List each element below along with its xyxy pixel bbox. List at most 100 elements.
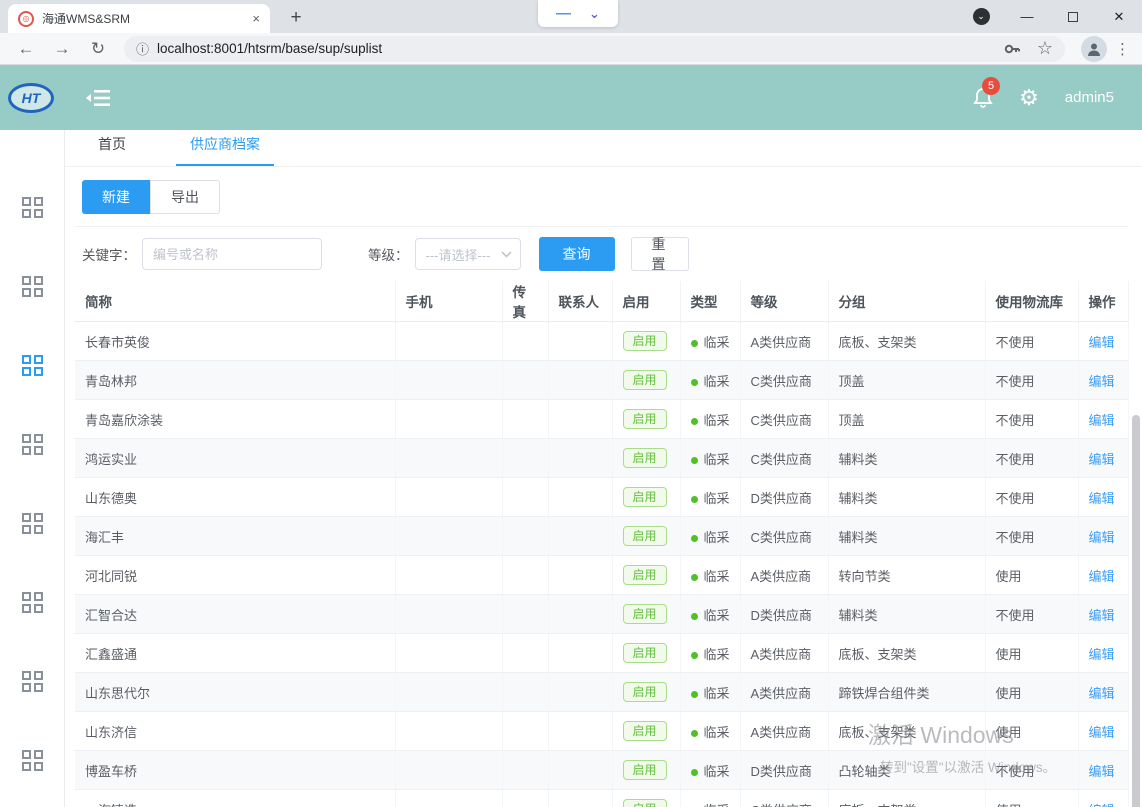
table-row[interactable]: 汇智合达 启用 临采 D类供应商 辅料类 不使用 编辑 bbox=[75, 595, 1128, 634]
table-row[interactable]: 博盈车桥 启用 临采 D类供应商 凸轮轴类 不使用 编辑 bbox=[75, 751, 1128, 790]
cell-mobile bbox=[395, 322, 502, 361]
cell-logistics: 不使用 bbox=[985, 517, 1078, 556]
enabled-badge[interactable]: 启用 bbox=[623, 799, 667, 807]
edit-link[interactable]: 编辑 bbox=[1089, 569, 1115, 584]
table-row[interactable]: 青岛嘉欣涂装 启用 临采 C类供应商 顶盖 不使用 编辑 bbox=[75, 400, 1128, 439]
browser-tab[interactable]: ◎ 海通WMS&SRM × bbox=[8, 4, 270, 33]
table-row[interactable]: 山东济信 启用 临采 A类供应商 底板、支架类 使用 编辑 bbox=[75, 712, 1128, 751]
enabled-badge[interactable]: 启用 bbox=[623, 565, 667, 585]
edit-link[interactable]: 编辑 bbox=[1089, 647, 1115, 662]
enabled-badge[interactable]: 启用 bbox=[623, 370, 667, 390]
window-minimize-button[interactable]: — bbox=[1004, 0, 1050, 33]
edit-link[interactable]: 编辑 bbox=[1089, 491, 1115, 506]
profile-avatar[interactable] bbox=[1081, 36, 1107, 62]
tab-close-icon[interactable]: × bbox=[252, 11, 260, 26]
table-row[interactable]: 海汇丰 启用 临采 C类供应商 辅料类 不使用 编辑 bbox=[75, 517, 1128, 556]
enabled-badge[interactable]: 启用 bbox=[623, 682, 667, 702]
new-button[interactable]: 新建 bbox=[82, 180, 150, 214]
cell-group: 底板、支架类 bbox=[828, 712, 985, 751]
scrollbar[interactable] bbox=[1132, 415, 1140, 807]
cell-action: 编辑 bbox=[1078, 478, 1128, 517]
table-row[interactable]: 河北同锐 启用 临采 A类供应商 转向节类 使用 编辑 bbox=[75, 556, 1128, 595]
settings-gear-icon[interactable]: ⚙ bbox=[1019, 87, 1039, 109]
sidebar-menu-icon-5[interactable] bbox=[22, 513, 43, 534]
edit-link[interactable]: 编辑 bbox=[1089, 686, 1115, 701]
table-row[interactable]: 青岛林邦 启用 临采 C类供应商 顶盖 不使用 编辑 bbox=[75, 361, 1128, 400]
cell-type: 临采 bbox=[680, 751, 740, 790]
edit-link[interactable]: 编辑 bbox=[1089, 530, 1115, 545]
sidebar-menu-icon-8[interactable] bbox=[22, 750, 43, 771]
table-row[interactable]: 汇鑫盛通 启用 临采 A类供应商 底板、支架类 使用 编辑 bbox=[75, 634, 1128, 673]
cell-grade: C类供应商 bbox=[740, 790, 828, 807]
cell-type: 临采 bbox=[680, 673, 740, 712]
window-restore-button[interactable] bbox=[1050, 0, 1096, 33]
enabled-badge[interactable]: 启用 bbox=[623, 643, 667, 663]
url-bar[interactable]: ⓘ localhost:8001/htsrm/base/sup/suplist … bbox=[124, 36, 1065, 62]
window-close-button[interactable]: ✕ bbox=[1096, 0, 1142, 33]
enabled-badge[interactable]: 启用 bbox=[623, 331, 667, 351]
username[interactable]: admin5 bbox=[1065, 89, 1114, 106]
key-icon[interactable] bbox=[1003, 40, 1021, 58]
table-row[interactable]: 一汽铸造 启用 临采 C类供应商 底板、支架类 使用 编辑 bbox=[75, 790, 1128, 807]
table-row[interactable]: 长春市英俊 启用 临采 A类供应商 底板、支架类 不使用 编辑 bbox=[75, 322, 1128, 361]
edit-link[interactable]: 编辑 bbox=[1089, 413, 1115, 428]
cell-type: 临采 bbox=[680, 400, 740, 439]
keyword-input[interactable] bbox=[142, 238, 322, 270]
extension-record-icon[interactable]: ⌄ bbox=[958, 0, 1004, 33]
notification-bell-icon[interactable]: 5 bbox=[973, 87, 993, 109]
reset-button[interactable]: 重置 bbox=[631, 237, 689, 271]
menu-fold-icon[interactable] bbox=[86, 88, 112, 108]
cell-group: 辅料类 bbox=[828, 517, 985, 556]
level-label: 等级： bbox=[368, 244, 409, 264]
enabled-badge[interactable]: 启用 bbox=[623, 526, 667, 546]
enabled-badge[interactable]: 启用 bbox=[623, 721, 667, 741]
recorder-widget[interactable]: — ⌄ bbox=[538, 0, 618, 27]
forward-icon[interactable]: → bbox=[44, 39, 80, 59]
edit-link[interactable]: 编辑 bbox=[1089, 725, 1115, 740]
site-info-icon[interactable]: ⓘ bbox=[136, 39, 149, 58]
column-header-10: 操作 bbox=[1078, 281, 1128, 322]
status-dot-icon bbox=[691, 418, 698, 425]
recorder-minimize-icon[interactable]: — bbox=[556, 5, 571, 22]
sidebar-menu-icon-2[interactable] bbox=[22, 276, 43, 297]
cell-enabled: 启用 bbox=[612, 712, 680, 751]
enabled-badge[interactable]: 启用 bbox=[623, 760, 667, 780]
sidebar-menu-icon-1[interactable] bbox=[22, 197, 43, 218]
enabled-badge[interactable]: 启用 bbox=[623, 448, 667, 468]
enabled-badge[interactable]: 启用 bbox=[623, 604, 667, 624]
level-select[interactable]: ---请选择--- bbox=[415, 238, 521, 270]
back-icon[interactable]: ← bbox=[8, 39, 44, 59]
sidebar-menu-icon-4[interactable] bbox=[22, 434, 43, 455]
edit-link[interactable]: 编辑 bbox=[1089, 335, 1115, 350]
sidebar-menu-icon-3[interactable] bbox=[22, 355, 43, 376]
column-header-3: 传真 bbox=[502, 281, 548, 322]
edit-link[interactable]: 编辑 bbox=[1089, 452, 1115, 467]
edit-link[interactable]: 编辑 bbox=[1089, 803, 1115, 807]
table-row[interactable]: 鸿运实业 启用 临采 C类供应商 辅料类 不使用 编辑 bbox=[75, 439, 1128, 478]
new-tab-button[interactable]: + bbox=[284, 7, 308, 29]
sidebar-menu-icon-6[interactable] bbox=[22, 592, 43, 613]
edit-link[interactable]: 编辑 bbox=[1089, 764, 1115, 779]
cell-fax bbox=[502, 712, 548, 751]
tab-supplier-archive[interactable]: 供应商档案 bbox=[182, 134, 268, 166]
bookmark-star-icon[interactable]: ☆ bbox=[1037, 38, 1053, 59]
export-button[interactable]: 导出 bbox=[150, 180, 220, 214]
cell-type: 临采 bbox=[680, 556, 740, 595]
search-button[interactable]: 查询 bbox=[539, 237, 615, 271]
cell-action: 编辑 bbox=[1078, 751, 1128, 790]
reload-icon[interactable]: ↻ bbox=[80, 39, 116, 59]
enabled-badge[interactable]: 启用 bbox=[623, 487, 667, 507]
url-text[interactable]: localhost:8001/htsrm/base/sup/suplist bbox=[157, 41, 995, 56]
enabled-badge[interactable]: 启用 bbox=[623, 409, 667, 429]
filter-bar: 关键字： 等级： ---请选择--- 查询 重置 bbox=[82, 237, 1142, 271]
edit-link[interactable]: 编辑 bbox=[1089, 608, 1115, 623]
table-row[interactable]: 山东思代尔 启用 临采 A类供应商 蹄铁焊合组件类 使用 编辑 bbox=[75, 673, 1128, 712]
recorder-chevron-icon[interactable]: ⌄ bbox=[589, 6, 600, 22]
sidebar-menu-icon-7[interactable] bbox=[22, 671, 43, 692]
table-row[interactable]: 山东德奥 启用 临采 D类供应商 辅料类 不使用 编辑 bbox=[75, 478, 1128, 517]
edit-link[interactable]: 编辑 bbox=[1089, 374, 1115, 389]
tab-home[interactable]: 首页 bbox=[90, 134, 134, 166]
browser-menu-icon[interactable]: ⋮ bbox=[1115, 40, 1130, 58]
cell-action: 编辑 bbox=[1078, 361, 1128, 400]
scrollbar-thumb[interactable] bbox=[1132, 415, 1140, 807]
